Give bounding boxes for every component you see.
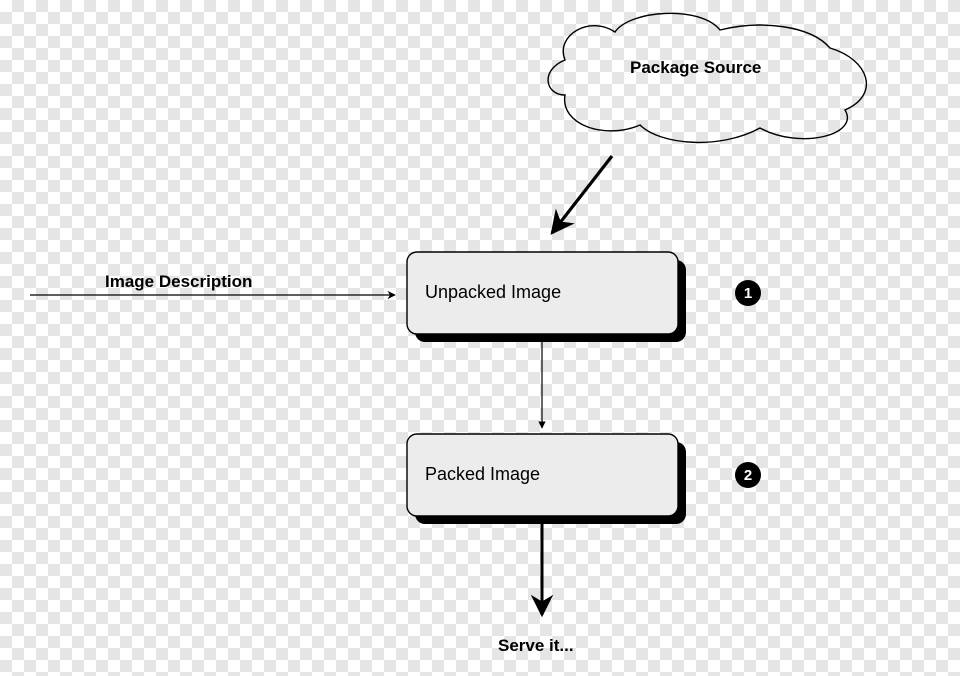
diagram-svg: [0, 0, 960, 676]
package-source-label: Package Source: [630, 58, 761, 78]
step-badge-1-text: 1: [744, 285, 752, 302]
step-badge-1: 1: [735, 280, 761, 306]
step-badge-2: 2: [735, 462, 761, 488]
unpacked-image-label: Unpacked Image: [425, 282, 561, 303]
step-badge-2-text: 2: [744, 467, 752, 484]
arrow-source-to-unpacked: [552, 156, 612, 233]
serve-it-label: Serve it...: [498, 636, 574, 656]
diagram-canvas: Package Source Image Description Unpacke…: [0, 0, 960, 676]
packed-image-label: Packed Image: [425, 464, 540, 485]
image-description-label: Image Description: [105, 272, 252, 292]
